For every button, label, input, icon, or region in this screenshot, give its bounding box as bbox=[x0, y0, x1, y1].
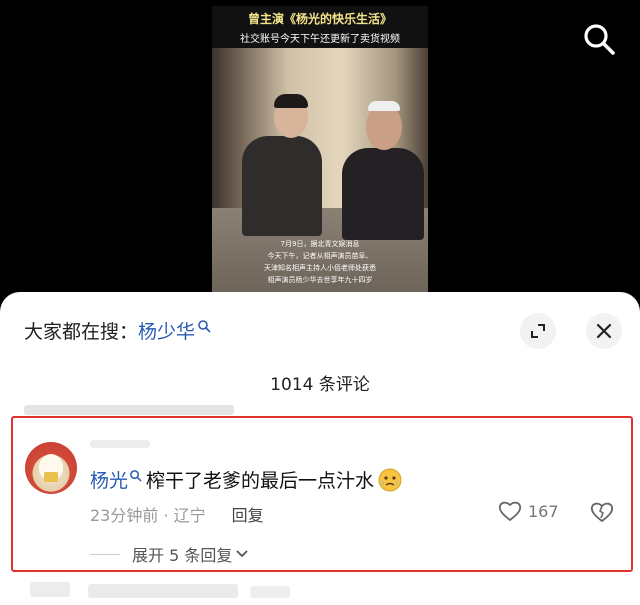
comment-body-row: 杨光 榨干了老爹的最后一点汁水 bbox=[90, 466, 402, 493]
like-count: 167 bbox=[528, 501, 559, 521]
divider bbox=[90, 553, 120, 555]
heart-icon bbox=[498, 501, 522, 522]
search-icon[interactable] bbox=[582, 22, 616, 56]
reply-button[interactable]: 回复 bbox=[232, 502, 264, 526]
blurred-content bbox=[250, 586, 290, 598]
trending-search-prefix: 大家都在搜： bbox=[24, 320, 139, 343]
comment-time-location: 23分钟前 · 辽宁 bbox=[90, 506, 206, 525]
performer-right-body bbox=[342, 148, 424, 240]
comment-text: 榨干了老爹的最后一点汁水 bbox=[146, 470, 375, 492]
performer-left-hair bbox=[274, 94, 308, 108]
performer-left-body bbox=[242, 136, 322, 236]
video-caption-bottom-line: 天津知名相声主持人小佰老师处获悉 bbox=[264, 264, 376, 272]
expand-button[interactable] bbox=[520, 313, 556, 349]
trending-search-bar[interactable]: 大家都在搜： 杨少华 bbox=[24, 316, 211, 344]
search-icon bbox=[130, 470, 142, 482]
comment-meta: 23分钟前 · 辽宁 回复 bbox=[90, 502, 264, 526]
blurred-username bbox=[90, 440, 150, 448]
trending-search-term[interactable]: 杨少华 bbox=[138, 317, 195, 344]
video-caption-bottom-line: 今天下午，记者从相声演员苗阜、 bbox=[267, 252, 373, 260]
video-caption-line1: 曾主演《杨光的快乐生活》 bbox=[247, 12, 392, 26]
video-caption-line2: 社交账号今天下午还更新了卖货视频 bbox=[240, 34, 400, 45]
comment-sheet: 大家都在搜： 杨少华 1014 条评论 杨光 榨干了老爹的最后一点汁水 23分钟… bbox=[0, 292, 640, 605]
blurred-content bbox=[88, 584, 238, 598]
video-caption-bottom-line: 相声演员杨少华去世享年九十四岁 bbox=[267, 276, 373, 284]
performer-right-hair bbox=[368, 101, 400, 111]
comment-count: 1014 条评论 bbox=[270, 375, 370, 395]
video-caption-bottom: 7月9日，据北青文娱消息 今天下午，记者从相声演员苗阜、 天津知名相声主持人小佰… bbox=[226, 238, 414, 286]
video-caption-bottom-line: 7月9日，据北青文娱消息 bbox=[280, 240, 360, 248]
expand-icon bbox=[531, 324, 545, 338]
video-frame: 曾主演《杨光的快乐生活》 社交账号今天下午还更新了卖货视频 7月9日，据北青文娱… bbox=[212, 6, 428, 300]
avatar[interactable] bbox=[25, 442, 77, 494]
chevron-down-icon bbox=[236, 550, 248, 558]
blurred-content bbox=[24, 405, 234, 415]
like-button[interactable]: 167 bbox=[498, 500, 559, 522]
comment-author[interactable]: 杨光 bbox=[90, 466, 128, 493]
video-player[interactable]: 曾主演《杨光的快乐生活》 社交账号今天下午还更新了卖货视频 7月9日，据北青文娱… bbox=[0, 0, 640, 300]
avatar-badge bbox=[44, 472, 58, 482]
video-caption-top: 曾主演《杨光的快乐生活》 社交账号今天下午还更新了卖货视频 bbox=[212, 6, 428, 48]
crying-face-emoji-icon bbox=[378, 468, 402, 491]
expand-replies-label: 展开 5 条回复 bbox=[132, 546, 233, 565]
broken-heart-icon[interactable] bbox=[590, 501, 614, 523]
close-button[interactable] bbox=[586, 313, 622, 349]
close-icon bbox=[596, 323, 612, 339]
expand-replies-button[interactable]: 展开 5 条回复 bbox=[90, 542, 248, 566]
blurred-avatar bbox=[30, 582, 70, 597]
search-icon bbox=[198, 320, 211, 333]
